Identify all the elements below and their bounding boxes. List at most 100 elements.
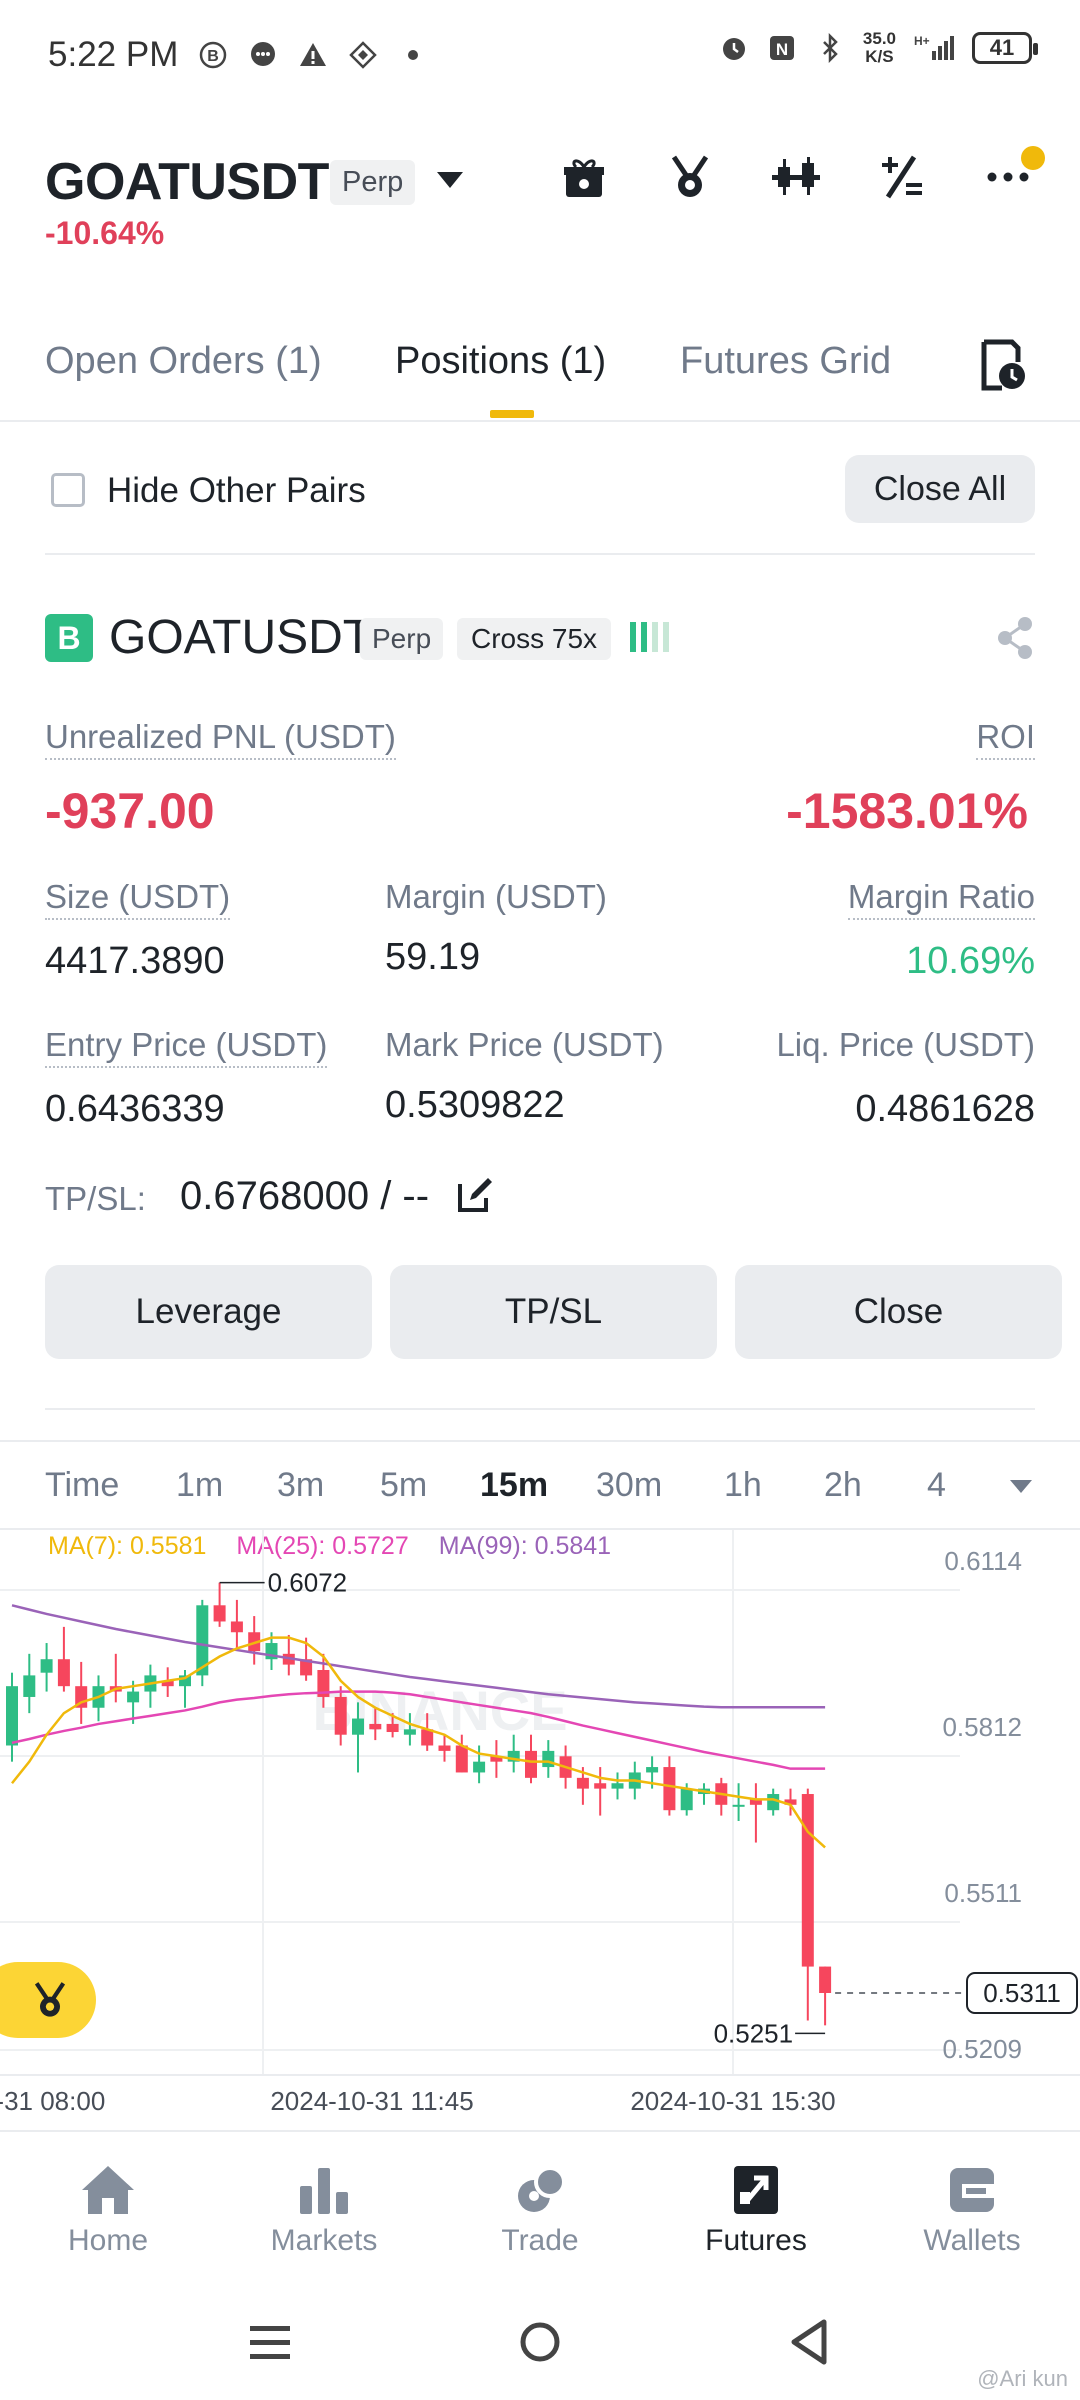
battery-level: 41 — [989, 35, 1015, 60]
candle-body — [386, 1723, 399, 1733]
home-icon — [82, 2166, 134, 2214]
hide-other-pairs-label[interactable]: Hide Other Pairs — [107, 471, 366, 511]
leverage-button[interactable]: Leverage — [45, 1265, 372, 1359]
nav-home[interactable]: Home — [23, 2162, 193, 2258]
tab-positions[interactable]: Positions (1) — [395, 340, 606, 383]
candle-body — [40, 1659, 53, 1673]
timeframe-3m[interactable]: 3m — [277, 1466, 324, 1505]
candle-body — [213, 1605, 226, 1622]
margin-ratio-label[interactable]: Margin Ratio — [847, 878, 1035, 920]
floating-rewards-button[interactable] — [0, 1962, 96, 2038]
edit-tpsl-icon[interactable] — [456, 1176, 494, 1214]
timeframe-15m[interactable]: 15m — [480, 1466, 548, 1505]
last-price-label: 0.5311 — [983, 1978, 1061, 2008]
medal-icon — [34, 1982, 66, 2017]
timeframe-5m[interactable]: 5m — [380, 1466, 427, 1505]
candle-body — [352, 1718, 364, 1735]
notification-icons: B — [198, 40, 428, 70]
margin-ratio-value: 10.69% — [906, 940, 1035, 982]
binance-icon — [349, 41, 378, 69]
price-change: -10.64% — [45, 215, 165, 251]
position-contract-badge: Perp — [360, 618, 444, 660]
nav-trade[interactable]: Trade — [455, 2162, 625, 2258]
x-tick-label: 2024-10-31 15:30 — [630, 2086, 835, 2116]
position-symbol: GOATUSDT — [109, 611, 373, 664]
timeframe-4h[interactable]: 4 — [927, 1466, 946, 1505]
signal-icon: H+ — [914, 34, 954, 60]
position-tabs: Open Orders (1) Positions (1) Futures Gr… — [0, 320, 1080, 422]
mark-price-value: 0.5309822 — [385, 1084, 565, 1126]
tab-futures-grid[interactable]: Futures Grid — [680, 340, 891, 383]
status-bar: 5:22 PM B N 35.0 K/S H+ 41 — [0, 0, 1080, 110]
recent-apps-icon[interactable] — [240, 2312, 300, 2372]
roi-label[interactable]: ROI — [976, 718, 1035, 760]
notification-dot — [1021, 146, 1045, 170]
svg-text:B: B — [208, 48, 220, 65]
margin-value: 59.19 — [385, 936, 481, 978]
x-tick-label: 2024-10-31 08:00 — [0, 2086, 105, 2116]
home-button-icon[interactable] — [510, 2312, 570, 2372]
candle-body — [6, 1686, 18, 1746]
timeframe-time[interactable]: Time — [45, 1466, 119, 1505]
divider — [45, 553, 1035, 555]
nav-futures[interactable]: Futures — [671, 2162, 841, 2258]
close-position-button[interactable]: Close — [735, 1265, 1062, 1359]
candle-body — [594, 1783, 607, 1789]
tpsl-button[interactable]: TP/SL — [390, 1265, 717, 1359]
timeframe-1h[interactable]: 1h — [724, 1466, 762, 1505]
pair-header: GOATUSDT Perp -10.64% — [45, 140, 1045, 260]
candlestick-chart[interactable]: BINANCE0.61140.58120.55110.52092024-10-3… — [0, 1530, 1080, 2130]
candle-body — [57, 1659, 70, 1687]
network-speed: 35.0 K/S — [863, 30, 896, 66]
margin-mode-badge[interactable]: Cross 75x — [457, 618, 612, 660]
tpsl-value: 0.6768000 / -- — [180, 1174, 430, 1218]
timeframe-1m[interactable]: 1m — [176, 1466, 223, 1505]
calculator-button[interactable] — [875, 150, 929, 204]
entry-price-label[interactable]: Entry Price (USDT) — [45, 1026, 328, 1068]
close-all-button[interactable]: Close All — [845, 455, 1035, 523]
y-tick-label: 0.5209 — [942, 2034, 1022, 2064]
x-tick-label: 2024-10-31 11:45 — [270, 2086, 473, 2116]
position-side-badge: B — [45, 614, 93, 662]
svg-text:H+: H+ — [914, 34, 930, 48]
candle-body — [646, 1767, 659, 1773]
markets-icon — [300, 2168, 348, 2214]
tpsl-label: TP/SL: — [45, 1180, 146, 1217]
size-label[interactable]: Size (USDT) — [45, 878, 231, 920]
y-tick-label: 0.5511 — [944, 1878, 1022, 1908]
calculator-icon — [882, 155, 922, 199]
unrealized-pnl-value: -937.00 — [45, 783, 215, 839]
position-header: B GOATUSDT Perp Cross 75x — [45, 610, 1035, 670]
bottom-navigation: Home Markets Trade Futures Wallets — [0, 2130, 1080, 2280]
timeframe-2h[interactable]: 2h — [824, 1466, 862, 1505]
candle-body — [230, 1621, 243, 1633]
candle-body — [819, 1966, 832, 1993]
candle-body — [438, 1745, 451, 1751]
pair-dropdown-icon[interactable] — [437, 172, 463, 188]
entry-price-value: 0.6436339 — [45, 1088, 225, 1130]
candle-body — [334, 1696, 347, 1735]
candle-body — [525, 1750, 537, 1778]
timeframe-more-icon[interactable] — [1010, 1480, 1032, 1493]
nav-futures-label: Futures — [705, 2224, 807, 2257]
candle-body — [801, 1794, 814, 1967]
hide-other-pairs-checkbox[interactable] — [51, 473, 85, 507]
order-history-icon[interactable] — [978, 338, 1028, 392]
margin-label: Margin (USDT) — [385, 878, 607, 915]
share-icon[interactable] — [995, 616, 1035, 660]
gift-button[interactable] — [557, 150, 611, 204]
tab-open-orders[interactable]: Open Orders (1) — [45, 340, 322, 383]
pair-title[interactable]: GOATUSDT — [45, 152, 329, 212]
timeframe-30m[interactable]: 30m — [596, 1466, 662, 1505]
price-chart[interactable]: MA(7): 0.5581 MA(25): 0.5727 MA(99): 0.5… — [0, 1530, 1080, 2130]
more-button[interactable] — [981, 146, 1045, 204]
nav-markets[interactable]: Markets — [239, 2162, 409, 2258]
candlestick-button[interactable] — [769, 150, 823, 204]
wallets-icon — [950, 2168, 994, 2212]
nav-wallets[interactable]: Wallets — [887, 2162, 1057, 2258]
medal-button[interactable] — [663, 150, 717, 204]
back-icon[interactable] — [780, 2312, 840, 2372]
nav-home-label: Home — [67, 2224, 149, 2257]
unrealized-pnl-label[interactable]: Unrealized PNL (USDT) — [45, 718, 396, 760]
low-marker-label: 0.5251 — [714, 2018, 794, 2048]
